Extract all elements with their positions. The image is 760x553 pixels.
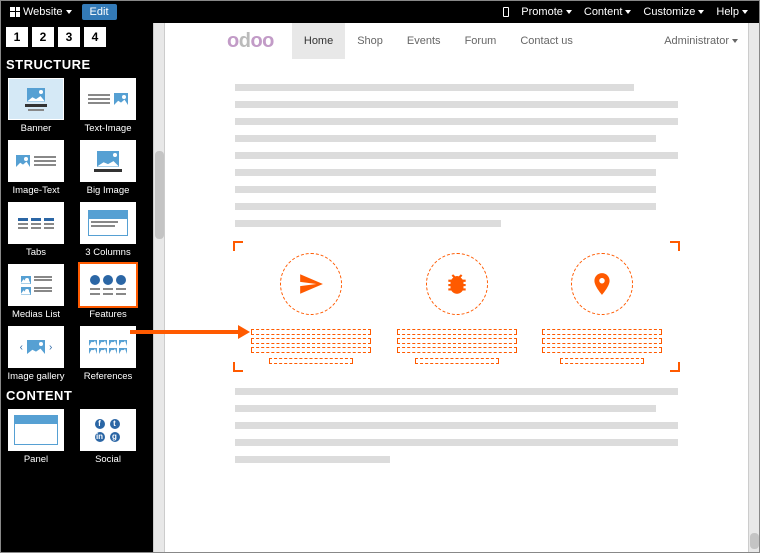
placeholder-text bbox=[235, 84, 634, 91]
promote-menu[interactable]: Promote bbox=[521, 6, 572, 18]
chevron-down-icon bbox=[566, 10, 572, 14]
grid-icon bbox=[10, 7, 20, 17]
paper-plane-icon bbox=[280, 253, 342, 315]
feature-column[interactable] bbox=[251, 253, 371, 364]
chevron-down-icon bbox=[66, 10, 72, 14]
chevron-down-icon bbox=[742, 10, 748, 14]
snippet-big-image[interactable]: Big Image bbox=[78, 140, 138, 196]
feature-column[interactable] bbox=[397, 253, 517, 364]
placeholder-text bbox=[235, 135, 656, 142]
scrollbar-canvas[interactable] bbox=[748, 23, 760, 553]
snippet-references[interactable]: References bbox=[78, 326, 138, 382]
selection-corner-icon bbox=[670, 241, 680, 251]
snippet-three-columns[interactable]: 3 Columns bbox=[78, 202, 138, 258]
chevron-down-icon bbox=[698, 10, 704, 14]
placeholder-text bbox=[235, 388, 678, 395]
placeholder-text bbox=[235, 405, 656, 412]
nav-home[interactable]: Home bbox=[292, 23, 345, 59]
placeholder-text bbox=[235, 422, 678, 429]
structure-section-title: STRUCTURE bbox=[6, 57, 147, 72]
placeholder-text bbox=[235, 439, 678, 446]
feature-column[interactable] bbox=[542, 253, 662, 364]
nav-shop[interactable]: Shop bbox=[345, 23, 395, 59]
selection-corner-icon bbox=[670, 362, 680, 372]
placeholder-text bbox=[235, 203, 656, 210]
placeholder-text bbox=[235, 101, 678, 108]
selection-corner-icon bbox=[233, 362, 243, 372]
snippet-panel[interactable]: Panel bbox=[6, 409, 66, 465]
page-canvas: odoo Home Shop Events Forum Contact us A… bbox=[165, 23, 748, 553]
pager: 1 2 3 4 bbox=[6, 27, 147, 47]
map-pin-icon bbox=[571, 253, 633, 315]
snippet-banner[interactable]: Banner bbox=[6, 78, 66, 134]
placeholder-text bbox=[235, 118, 678, 125]
page-1-button[interactable]: 1 bbox=[6, 27, 28, 47]
snippet-image-text[interactable]: Image-Text bbox=[6, 140, 66, 196]
edit-button[interactable]: Edit bbox=[82, 4, 117, 20]
snippet-image-gallery[interactable]: ‹› Image gallery bbox=[6, 326, 66, 382]
snippet-panel: 1 2 3 4 STRUCTURE Banner Text-Image Imag… bbox=[0, 23, 153, 553]
nav-events[interactable]: Events bbox=[395, 23, 453, 59]
placeholder-text bbox=[235, 152, 678, 159]
page-3-button[interactable]: 3 bbox=[58, 27, 80, 47]
nav-contact[interactable]: Contact us bbox=[508, 23, 585, 59]
top-toolbar: Website Edit Promote Content Customize H… bbox=[0, 0, 760, 23]
features-snippet-drop[interactable] bbox=[235, 243, 678, 370]
placeholder-text bbox=[235, 456, 390, 463]
site-header: odoo Home Shop Events Forum Contact us A… bbox=[165, 23, 748, 59]
snippet-text-image[interactable]: Text-Image bbox=[78, 78, 138, 134]
website-menu[interactable]: Website bbox=[6, 6, 76, 18]
placeholder-text bbox=[235, 169, 656, 176]
customize-menu[interactable]: Customize bbox=[643, 6, 704, 18]
admin-menu[interactable]: Administrator bbox=[664, 35, 738, 47]
page-2-button[interactable]: 2 bbox=[32, 27, 54, 47]
site-logo: odoo bbox=[227, 30, 274, 53]
placeholder-text bbox=[235, 220, 501, 227]
snippet-social[interactable]: fting Social bbox=[78, 409, 138, 465]
nav-forum[interactable]: Forum bbox=[453, 23, 509, 59]
selection-corner-icon bbox=[233, 241, 243, 251]
help-menu[interactable]: Help bbox=[716, 6, 748, 18]
mobile-preview-icon[interactable] bbox=[503, 7, 509, 17]
snippet-medias-list[interactable]: Medias List bbox=[6, 264, 66, 320]
chevron-down-icon bbox=[732, 39, 738, 43]
content-section-title: CONTENT bbox=[6, 388, 147, 403]
page-body bbox=[165, 59, 748, 483]
page-4-button[interactable]: 4 bbox=[84, 27, 106, 47]
scrollbar-snippets[interactable] bbox=[153, 23, 165, 553]
website-menu-label: Website bbox=[23, 6, 63, 18]
content-menu[interactable]: Content bbox=[584, 6, 632, 18]
chevron-down-icon bbox=[625, 10, 631, 14]
snippet-tabs[interactable]: Tabs bbox=[6, 202, 66, 258]
snippet-features[interactable]: Features bbox=[78, 264, 138, 320]
bug-icon bbox=[426, 253, 488, 315]
drag-arrow-icon bbox=[130, 330, 240, 334]
placeholder-text bbox=[235, 186, 656, 193]
